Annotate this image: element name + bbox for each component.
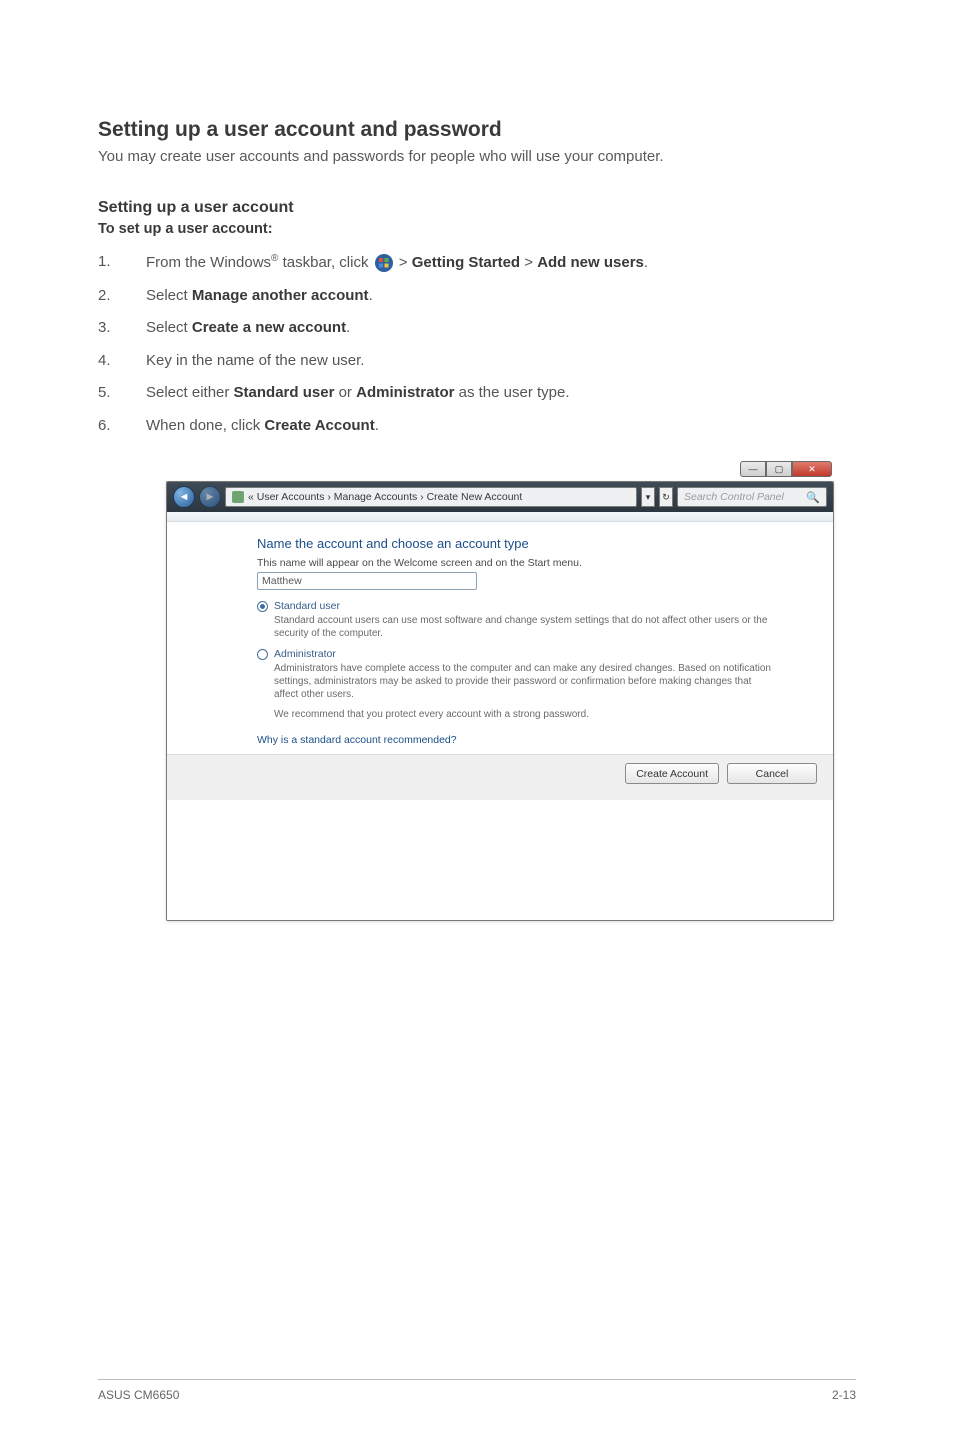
page-subtitle: This name will appear on the Welcome scr… (257, 557, 773, 569)
steps-list: 1. From the Windows® taskbar, click > Ge… (98, 251, 856, 437)
bold-text: Getting Started (412, 254, 520, 271)
account-name-input[interactable] (257, 572, 477, 590)
step-number: 1. (98, 251, 111, 274)
refresh-button[interactable]: ↻ (659, 487, 673, 507)
why-standard-link[interactable]: Why is a standard account recommended? (257, 734, 457, 746)
standard-user-option[interactable]: Standard user (257, 600, 773, 612)
search-input[interactable]: Search Control Panel 🔍 (677, 487, 827, 507)
step-text: Key in the name of the new user. (146, 352, 364, 369)
step-5: 5. Select either Standard user or Admini… (98, 382, 856, 405)
window-empty-area (167, 800, 833, 920)
cancel-button[interactable]: Cancel (727, 763, 817, 784)
step-number: 5. (98, 382, 111, 405)
step-number: 4. (98, 350, 111, 373)
step-number: 6. (98, 415, 111, 438)
page-title: Name the account and choose an account t… (257, 536, 773, 551)
button-bar: Create Account Cancel (167, 754, 833, 800)
section-heading: Setting up a user account and password (98, 118, 856, 142)
sub-heading: Setting up a user account (98, 199, 856, 217)
address-dropdown[interactable]: ▾ (641, 487, 655, 507)
breadcrumb[interactable]: « User Accounts › Manage Accounts › Crea… (225, 487, 637, 507)
window-titlebar: — ▢ ✕ (166, 461, 834, 481)
user-accounts-icon (232, 491, 244, 503)
create-account-button[interactable]: Create Account (625, 763, 719, 784)
step-4: 4. Key in the name of the new user. (98, 350, 856, 373)
radio-label: Standard user (274, 600, 340, 612)
administrator-option[interactable]: Administrator (257, 648, 773, 660)
breadcrumb-text: « User Accounts › Manage Accounts › Crea… (248, 491, 522, 503)
step-text: From the Windows (146, 254, 271, 271)
step-2: 2. Select Manage another account. (98, 285, 856, 308)
step-number: 2. (98, 285, 111, 308)
footer-right: 2-13 (832, 1388, 856, 1402)
radio-icon (257, 649, 268, 660)
radio-icon (257, 601, 268, 612)
search-placeholder: Search Control Panel (684, 491, 784, 503)
screenshot-window: — ▢ ✕ ◄ ► « User Accounts › Manage Accou… (166, 461, 834, 921)
bold-text: Manage another account (192, 287, 369, 304)
page-footer: ASUS CM6650 2-13 (98, 1379, 856, 1402)
toolbar-strip (167, 512, 833, 522)
windows-start-icon (375, 254, 393, 272)
content-area: Name the account and choose an account t… (167, 522, 833, 754)
nav-forward-button[interactable]: ► (199, 486, 221, 508)
standard-user-desc: Standard account users can use most soft… (274, 614, 773, 640)
bold-text: Administrator (356, 384, 454, 401)
footer-left: ASUS CM6650 (98, 1388, 179, 1402)
nav-back-button[interactable]: ◄ (173, 486, 195, 508)
step-3: 3. Select Create a new account. (98, 317, 856, 340)
instruction-lead: To set up a user account: (98, 221, 856, 237)
address-bar: ◄ ► « User Accounts › Manage Accounts › … (167, 482, 833, 512)
section-intro: You may create user accounts and passwor… (98, 148, 856, 165)
search-icon: 🔍 (806, 491, 820, 504)
recommendation-text: We recommend that you protect every acco… (274, 709, 773, 720)
administrator-desc: Administrators have complete access to t… (274, 662, 773, 701)
bold-text: Create a new account (192, 319, 346, 336)
bold-text: Add new users (537, 254, 644, 271)
minimize-button[interactable]: — (740, 461, 766, 477)
bold-text: Standard user (234, 384, 335, 401)
maximize-button[interactable]: ▢ (766, 461, 792, 477)
close-button[interactable]: ✕ (792, 461, 832, 477)
step-6: 6. When done, click Create Account. (98, 415, 856, 438)
bold-text: Create Account (264, 417, 374, 434)
step-1: 1. From the Windows® taskbar, click > Ge… (98, 251, 856, 275)
radio-label: Administrator (274, 648, 336, 660)
step-number: 3. (98, 317, 111, 340)
window-controls: — ▢ ✕ (740, 461, 832, 477)
